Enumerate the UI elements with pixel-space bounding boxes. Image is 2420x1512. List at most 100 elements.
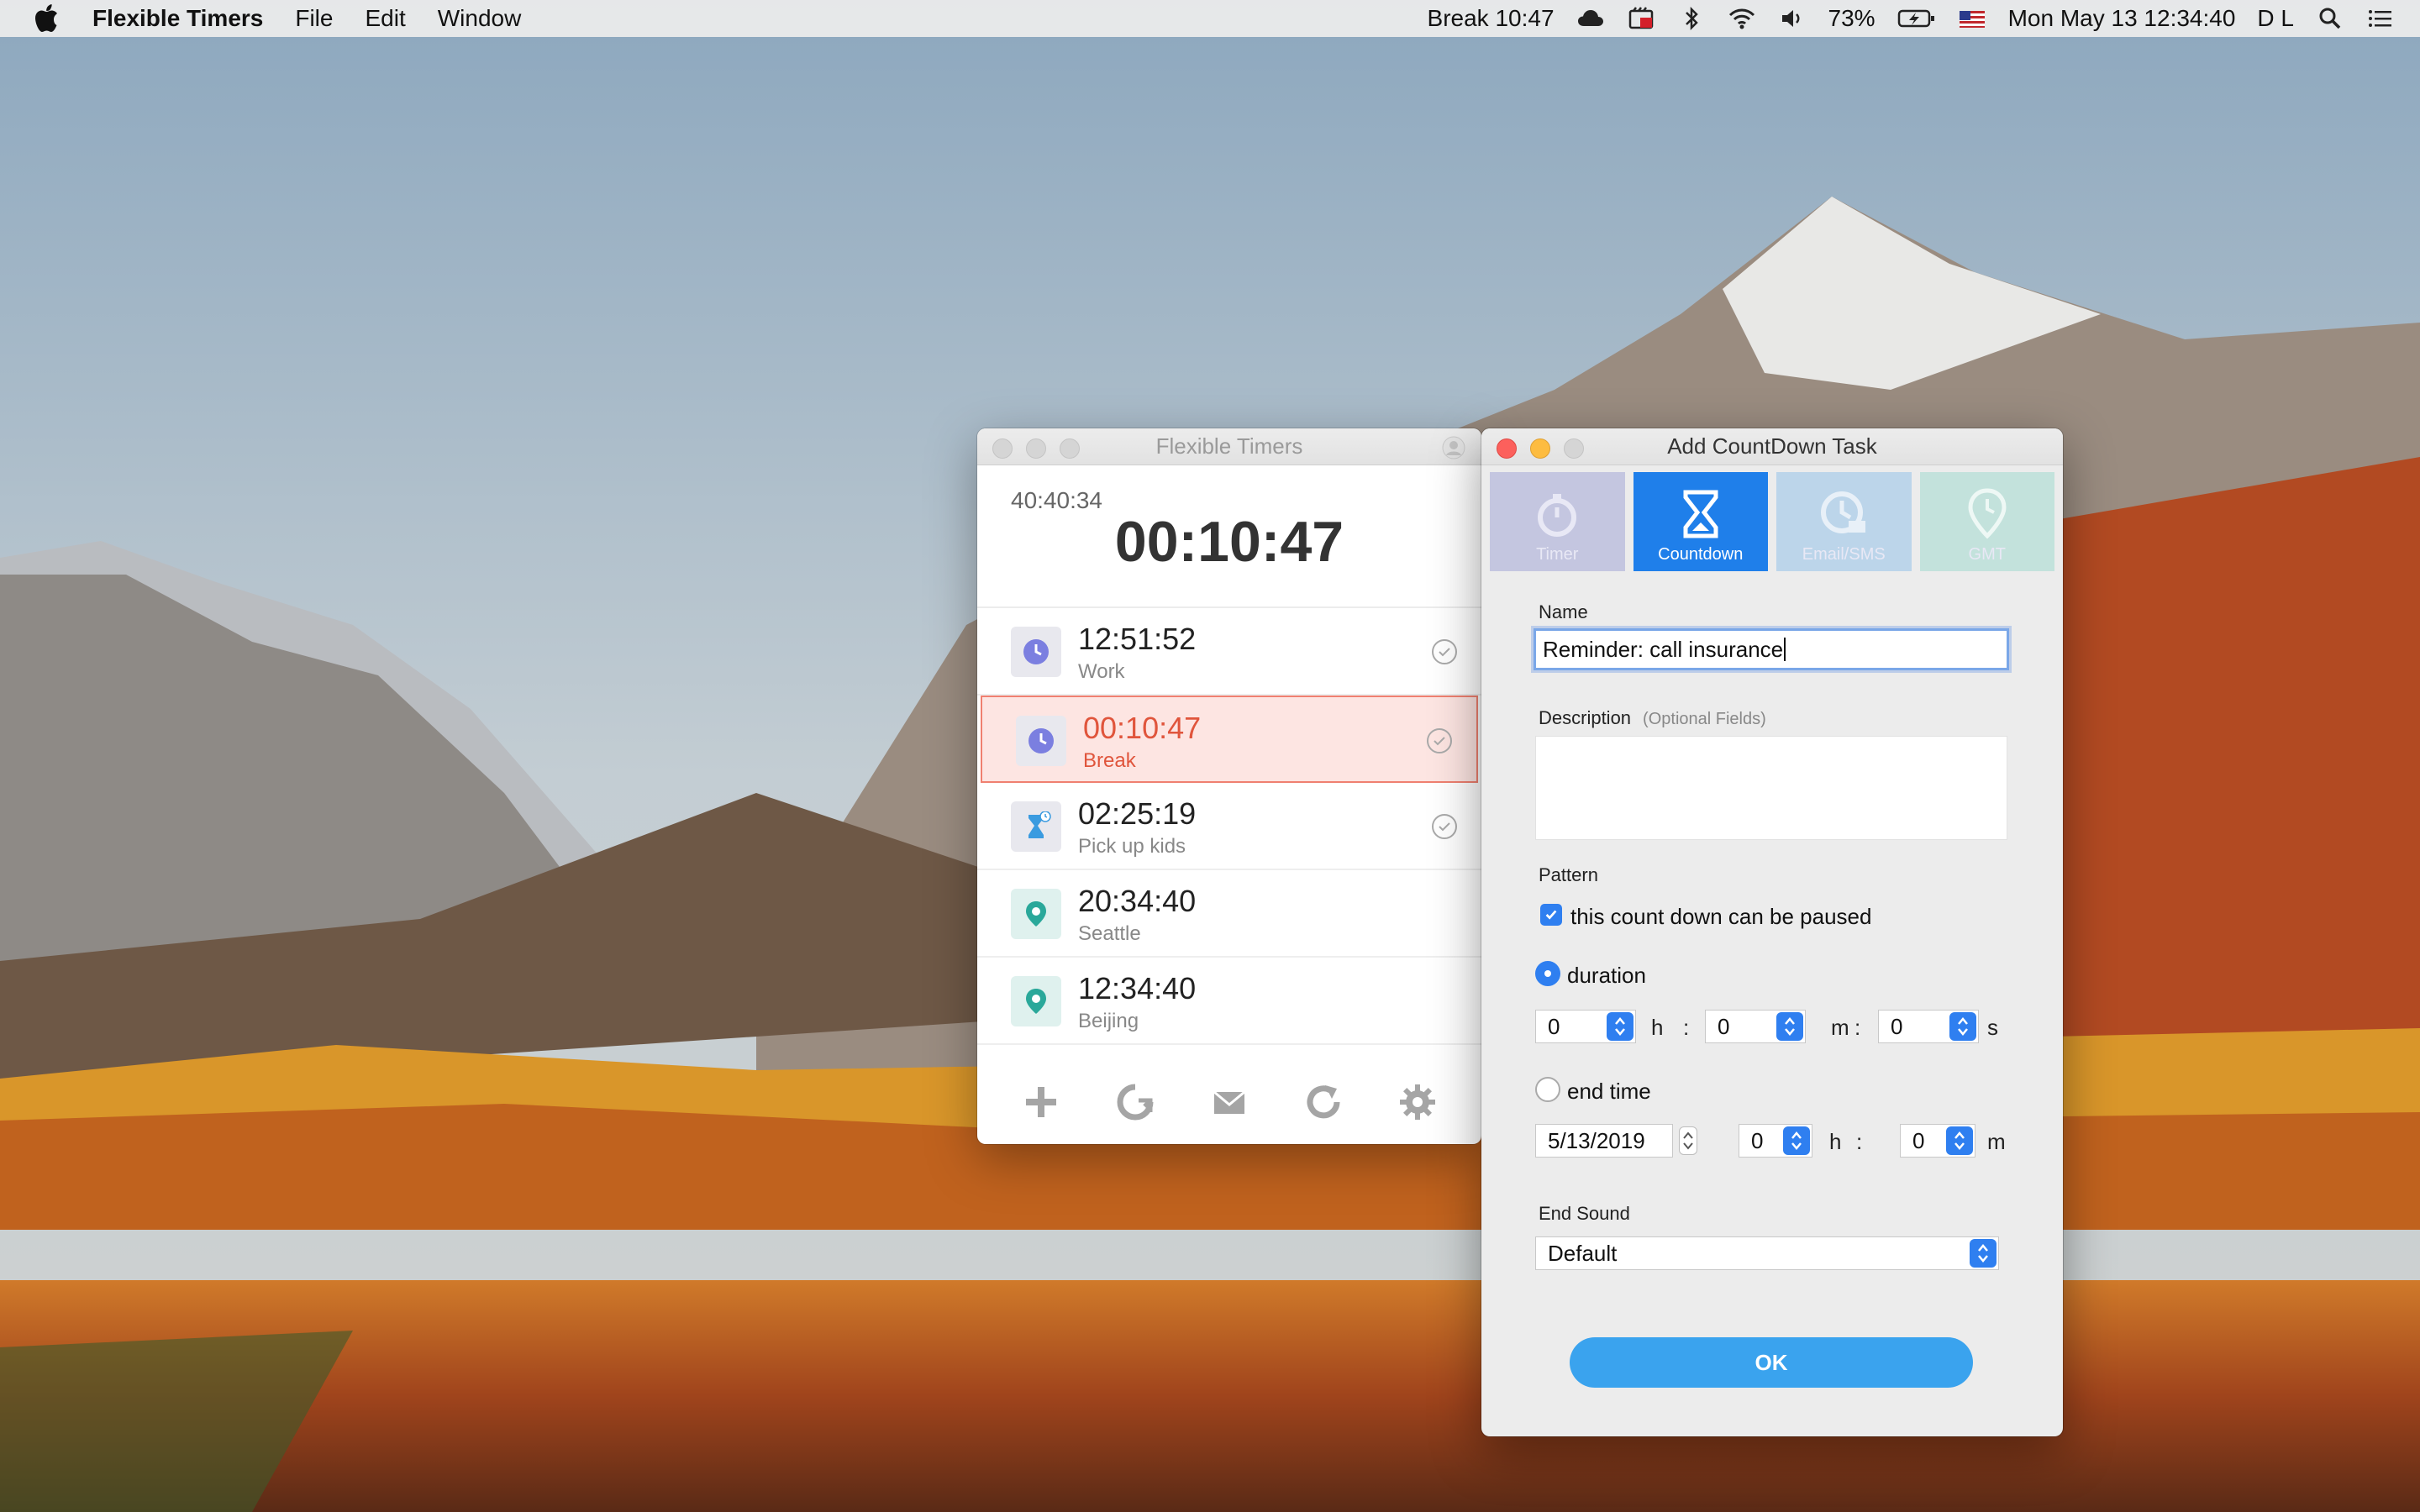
window-title: Flexible Timers [1155,433,1303,459]
duration-minutes-stepper[interactable]: 0 [1705,1010,1806,1043]
select-arrows-icon [1970,1239,1996,1268]
description-textarea[interactable] [1535,736,2007,840]
battery-charging-icon[interactable] [1897,6,1936,31]
task-row[interactable]: 12:34:40 Beijing [977,958,1481,1045]
name-input-value: Reminder: call insurance [1543,636,1784,662]
zoom-button[interactable] [1564,438,1584,459]
end-hours-separator: : [1856,1129,1863,1154]
task-time: 20:34:40 [1078,884,1197,918]
current-countdown: 00:10:47 [1114,510,1344,574]
status-timer[interactable]: Break 10:47 [1428,5,1555,32]
minimize-button[interactable] [1530,438,1550,459]
pattern-label: Pattern [1539,864,1598,885]
task-label: Work [1078,660,1125,683]
main-window: Flexible Timers 40:40:34 00:10:47 12:51:… [977,428,1481,1144]
task-row[interactable]: 20:34:40 Seattle [977,870,1481,958]
description-hint: (Optional Fields) [1643,710,1766,728]
pausable-label[interactable]: this count down can be paused [1570,904,1871,930]
tab-countdown-label: Countdown [1658,545,1744,564]
user-account-icon[interactable] [1441,435,1466,460]
end-hours-unit: h [1829,1129,1842,1154]
tab-countdown[interactable]: Countdown [1633,472,1768,571]
end-date-stepper[interactable]: 5/13/2019 [1535,1124,1697,1158]
end-minutes-value: 0 [1912,1127,1925,1153]
main-window-titlebar[interactable]: Flexible Timers [977,428,1481,465]
notification-center-icon[interactable] [2366,6,2395,31]
end-time-label[interactable]: end time [1567,1079,1651,1105]
seconds-unit: s [1987,1015,1998,1040]
window-controls [992,438,1080,459]
end-hours-stepper[interactable]: 0 [1739,1124,1812,1158]
menu-bar: Flexible Timers File Edit Window Break 1… [0,0,2420,37]
task-row[interactable]: 12:51:52 Work [977,608,1481,696]
tab-timer[interactable]: Timer [1490,472,1625,571]
check-circle-icon[interactable] [1426,727,1453,754]
user-initials[interactable]: D L [2257,5,2294,32]
mail-icon[interactable] [1209,1082,1249,1122]
close-button[interactable] [1497,438,1517,459]
bluetooth-icon[interactable] [1677,6,1706,31]
menu-edit[interactable]: Edit [365,5,405,32]
stepper-arrows-icon[interactable] [1607,1012,1634,1041]
task-time: 12:34:40 [1078,971,1197,1005]
duration-radio[interactable] [1535,961,1560,986]
menu-file[interactable]: File [295,5,333,32]
clock-icon [1011,627,1061,677]
menu-window[interactable]: Window [438,5,522,32]
volume-icon[interactable] [1778,6,1807,31]
stepper-arrows-icon[interactable] [1946,1126,1973,1155]
stepper-arrows-icon[interactable] [1949,1012,1976,1041]
ok-button[interactable]: OK [1570,1337,1973,1388]
end-time-radio[interactable] [1535,1077,1560,1102]
tab-timer-label: Timer [1536,545,1579,564]
location-pin-icon [1011,976,1061,1026]
task-row-active[interactable]: 00:10:47 Break [981,696,1478,783]
tab-gmt-label: GMT [1968,545,2006,564]
hourglass-icon [1011,801,1061,852]
minimize-button[interactable] [1026,438,1046,459]
bottom-toolbar [977,1060,1481,1144]
duration-seconds-stepper[interactable]: 0 [1878,1010,1979,1043]
duration-label[interactable]: duration [1567,963,1646,989]
menubar-clock[interactable]: Mon May 13 12:34:40 [2008,5,2236,32]
check-circle-icon[interactable] [1431,813,1458,840]
stepper-arrows-icon[interactable] [1783,1126,1810,1155]
hours-unit: h [1651,1015,1664,1040]
tab-email-sms-label: Email/SMS [1802,545,1886,564]
name-input[interactable]: Reminder: call insurance [1534,628,2009,670]
task-label: Beijing [1078,1010,1139,1032]
tab-email-sms[interactable]: Email/SMS [1776,472,1912,571]
dialog-title: Add CountDown Task [1667,433,1877,459]
task-list: 12:51:52 Work 00:10:47 Break 02:25:19 Pi… [977,608,1481,1045]
apple-menu-icon[interactable] [0,4,92,33]
us-flag-icon[interactable] [1958,6,1986,31]
end-hours-value: 0 [1751,1127,1764,1153]
minutes-separator: : [1854,1015,1861,1040]
battery-percent[interactable]: 73% [1828,5,1876,32]
end-sound-select[interactable]: Default [1535,1236,1999,1270]
end-minutes-unit: m [1987,1129,2006,1154]
refresh-icon[interactable] [1303,1082,1344,1122]
zoom-button[interactable] [1060,438,1080,459]
task-row[interactable]: 02:25:19 Pick up kids [977,783,1481,870]
search-icon[interactable] [2316,6,2344,31]
add-timer-icon[interactable] [1115,1082,1155,1122]
cloud-icon[interactable] [1576,6,1605,31]
wifi-icon[interactable] [1728,6,1756,31]
duration-hours-stepper[interactable]: 0 [1535,1010,1636,1043]
close-button[interactable] [992,438,1013,459]
app-name-menu[interactable]: Flexible Timers [92,5,263,32]
add-icon[interactable] [1021,1082,1061,1122]
tab-gmt[interactable]: GMT [1919,472,2054,571]
timer-app-icon[interactable] [1627,6,1655,31]
end-date-value: 5/13/2019 [1548,1127,1645,1153]
gear-icon[interactable] [1397,1082,1438,1122]
clock-icon [1016,716,1066,766]
check-circle-icon[interactable] [1431,638,1458,665]
dialog-titlebar[interactable]: Add CountDown Task [1481,428,2063,465]
end-minutes-stepper[interactable]: 0 [1900,1124,1975,1158]
date-stepper-arrows-icon[interactable] [1679,1126,1697,1155]
add-countdown-dialog: Add CountDown Task Timer Countdown Email… [1481,428,2063,1436]
stepper-arrows-icon[interactable] [1776,1012,1803,1041]
pausable-checkbox[interactable] [1540,904,1562,926]
